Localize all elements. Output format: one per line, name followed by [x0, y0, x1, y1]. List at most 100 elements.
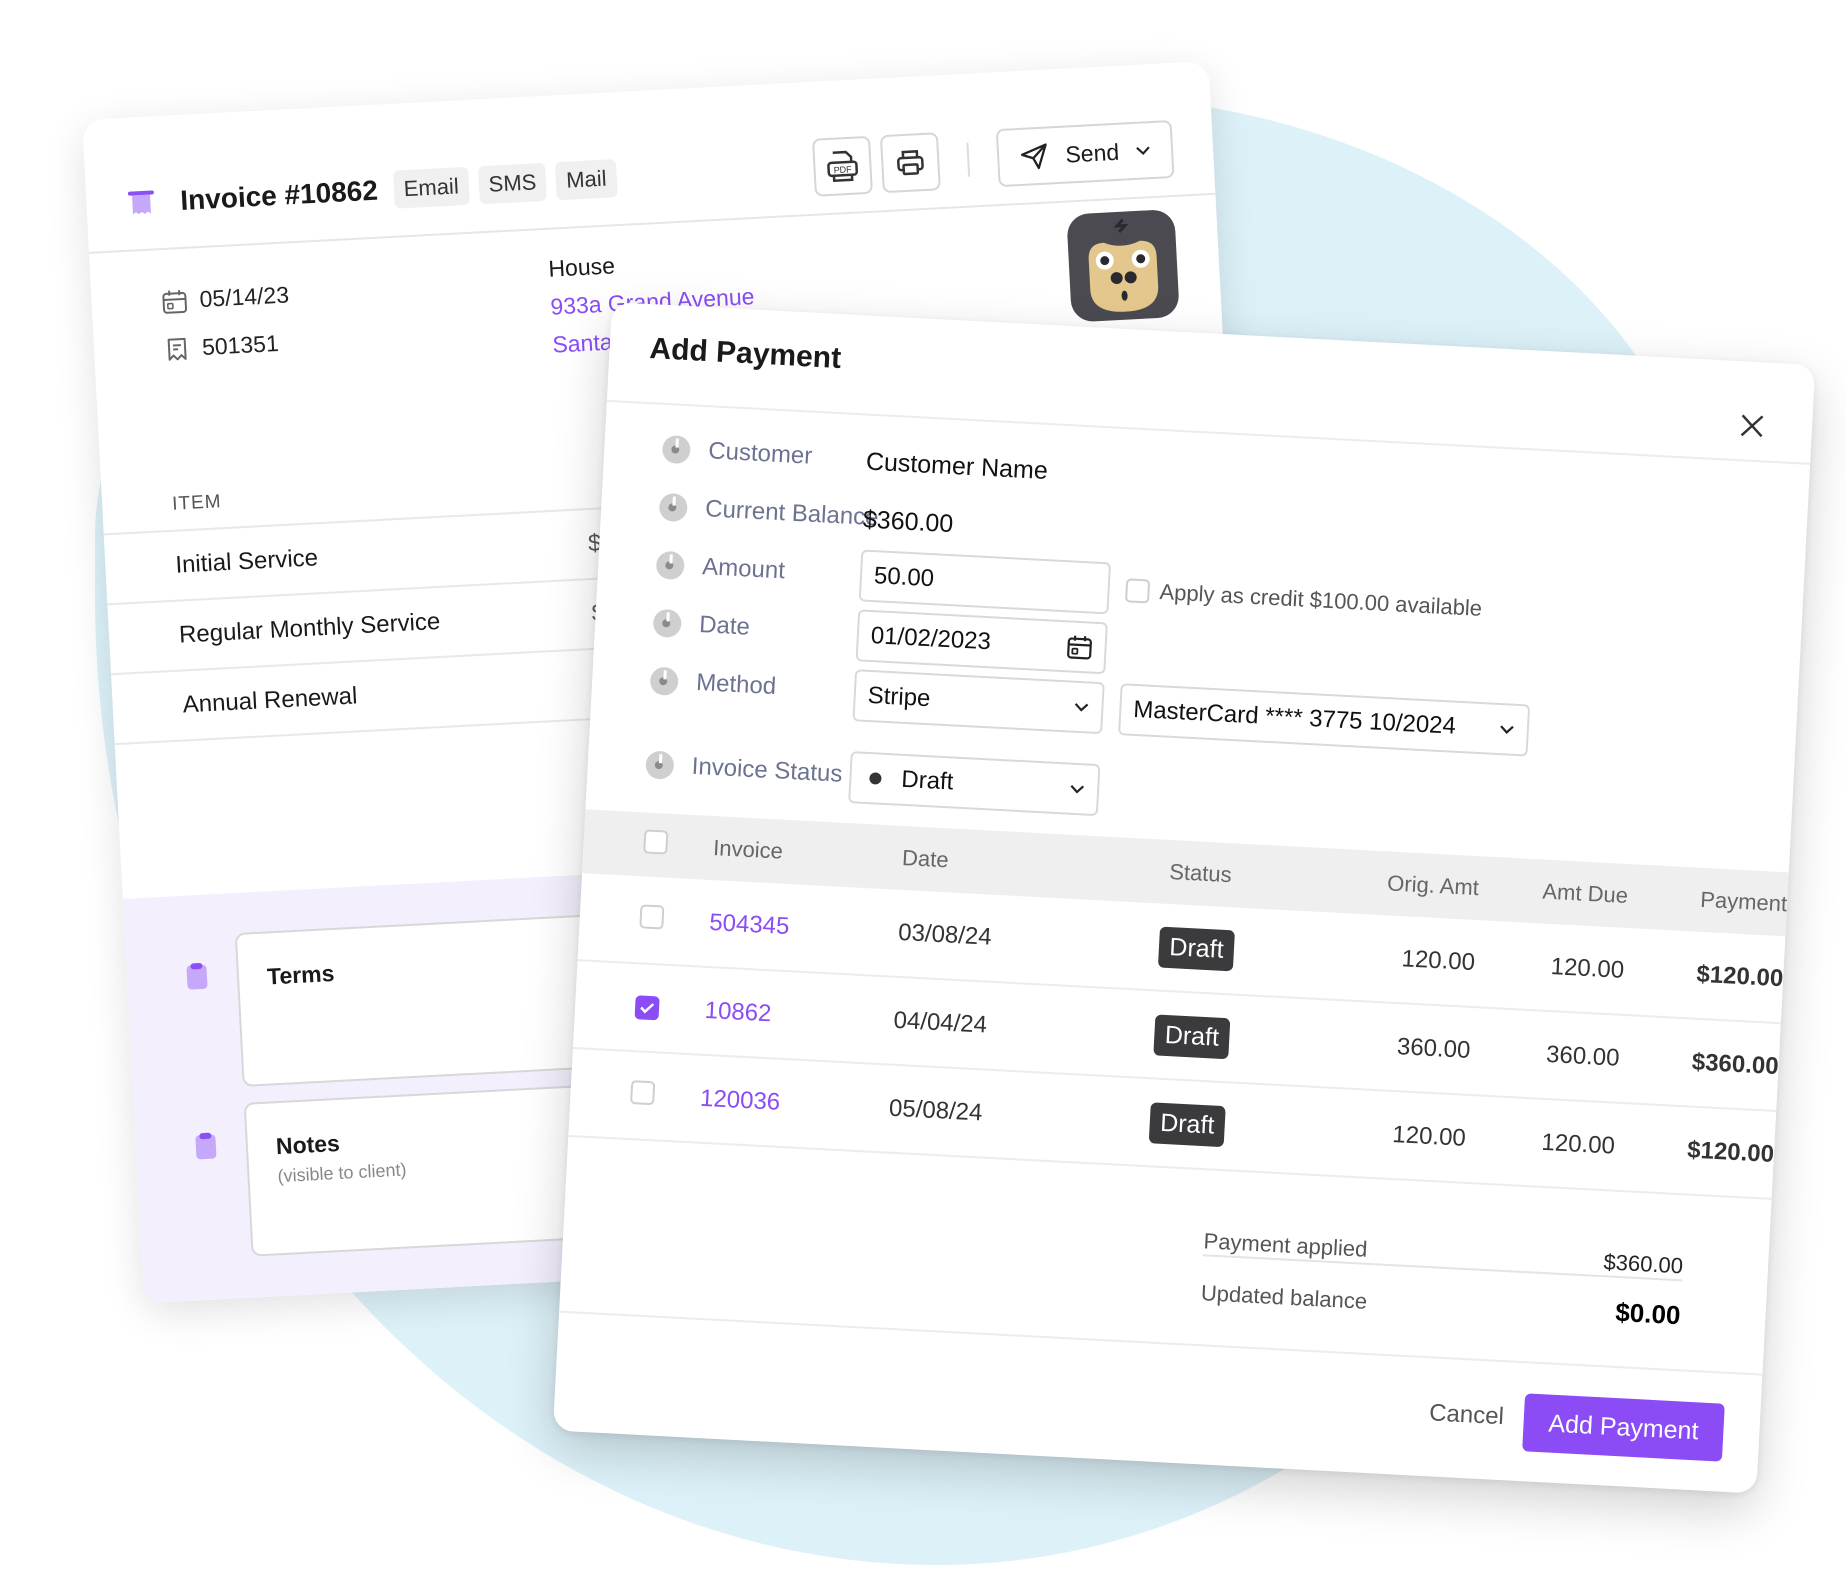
toolbar-divider [966, 142, 971, 177]
invoice-date-value: 05/14/23 [198, 281, 290, 313]
method-row: Method [649, 666, 777, 702]
date-input[interactable]: 01/02/2023 [855, 609, 1108, 675]
header-date: Date [901, 844, 950, 873]
status-dot-icon [869, 772, 882, 785]
invoice-date: 04/04/24 [892, 1006, 988, 1039]
channel-email[interactable]: Email [392, 166, 470, 209]
balance-row: Current Balance [658, 492, 880, 532]
chevron-down-icon [1500, 725, 1514, 734]
amount-due: 360.00 [1545, 1040, 1621, 1072]
balance-value: $360.00 [862, 505, 954, 539]
field-icon [655, 550, 686, 581]
add-payment-button[interactable]: Add Payment [1522, 1393, 1725, 1462]
invoice-link[interactable]: 120036 [699, 1085, 889, 1123]
amount-due: 120.00 [1550, 953, 1625, 984]
method-value: Stripe [867, 681, 932, 713]
status-select[interactable]: Draft [848, 751, 1101, 817]
updated-balance-value: $0.00 [1614, 1296, 1682, 1331]
status-label: Invoice Status [691, 752, 844, 788]
date-row: Date [652, 608, 751, 642]
payment-applied-value: $360.00 [1602, 1249, 1684, 1279]
apply-credit-label: Apply as credit $100.00 available [1158, 579, 1483, 621]
invoice-number: 501351 [163, 330, 279, 363]
print-button[interactable] [880, 132, 942, 194]
card-select[interactable]: MasterCard **** 3775 10/2024 [1118, 683, 1531, 757]
field-icon [649, 666, 679, 696]
invoice-date: 03/08/24 [897, 918, 993, 951]
balance-label: Current Balance [704, 495, 880, 532]
calendar-icon[interactable] [1066, 633, 1093, 660]
card-value: MasterCard **** 3775 10/2024 [1132, 695, 1457, 740]
field-icon [658, 492, 689, 523]
header-orig-amt: Orig. Amt [1386, 870, 1480, 901]
amount-label: Amount [701, 553, 786, 585]
amount-input[interactable]: 50.00 [858, 549, 1112, 615]
orig-amount: 360.00 [1396, 1033, 1472, 1064]
line-item-name: Initial Service [174, 544, 319, 579]
invoice-link[interactable]: 504345 [709, 909, 899, 947]
field-icon [661, 434, 692, 465]
chevron-down-icon [1070, 784, 1085, 794]
channel-sms[interactable]: SMS [477, 162, 548, 205]
cancel-button[interactable]: Cancel [1422, 1398, 1510, 1432]
header-invoice: Invoice [712, 835, 784, 864]
apply-credit[interactable]: Apply as credit $100.00 available [1124, 577, 1483, 622]
payment-form: Customer Customer Name Current Balance $… [585, 402, 1810, 875]
payment-summary: Payment applied $360.00 Updated balance … [1200, 1204, 1685, 1332]
customer-value: Customer Name [865, 447, 1049, 486]
payment-amount: $120.00 [1686, 1136, 1775, 1168]
status-badge: Draft [1153, 1013, 1231, 1059]
calendar-icon [162, 289, 188, 314]
select-all-checkbox[interactable] [643, 829, 669, 855]
invoice-number-value: 501351 [201, 330, 280, 361]
close-icon[interactable] [1737, 411, 1766, 440]
gorilla-avatar [1067, 210, 1179, 322]
pdf-icon: PDF [827, 150, 859, 183]
receipt-icon [127, 190, 154, 215]
amount-row: Amount [655, 550, 786, 586]
paper-plane-icon [1021, 143, 1048, 170]
date-value: 01/02/2023 [870, 622, 992, 656]
invoice-title: Invoice #10862 [179, 174, 379, 216]
chevron-down-icon [1136, 146, 1150, 156]
header-amt-due: Amt Due [1541, 878, 1629, 908]
invoice-date: 05/14/23 [161, 281, 290, 315]
customer-label: Customer [707, 437, 813, 470]
method-select[interactable]: Stripe [852, 669, 1105, 735]
status-row: Invoice Status [645, 750, 843, 788]
apply-credit-checkbox[interactable] [1124, 578, 1151, 604]
row-checkbox[interactable] [630, 1079, 656, 1105]
status-value: Draft [900, 765, 955, 796]
line-item-name: Annual Renewal [182, 682, 359, 719]
invoice-link[interactable]: 10862 [704, 997, 894, 1035]
receipt-outline-icon [167, 337, 187, 361]
updated-balance-label: Updated balance [1200, 1280, 1368, 1314]
modal-title: Add Payment [648, 332, 842, 376]
field-icon [645, 750, 675, 780]
orig-amount: 120.00 [1400, 945, 1476, 977]
customer-row: Customer [661, 434, 813, 471]
orig-amount: 120.00 [1391, 1121, 1467, 1152]
method-label: Method [695, 668, 777, 701]
invoice-date: 05/08/24 [888, 1094, 984, 1127]
pdf-button[interactable]: PDF [812, 135, 874, 197]
header-payment: Payment [1699, 886, 1788, 917]
channel-mail[interactable]: Mail [555, 159, 618, 201]
amount-due: 120.00 [1540, 1128, 1616, 1160]
add-payment-modal: Add Payment Customer Customer Name Curre… [552, 302, 1816, 1494]
invoice-table: Invoice Date Status Orig. Amt Amt Due Pa… [568, 809, 1789, 1200]
printer-icon [897, 150, 925, 176]
send-button[interactable]: Send [996, 119, 1175, 188]
payment-amount: $360.00 [1691, 1048, 1780, 1081]
field-icon [652, 608, 682, 639]
status-badge: Draft [1149, 1101, 1226, 1147]
date-label: Date [698, 611, 751, 641]
send-label: Send [1064, 138, 1120, 168]
row-checkbox[interactable] [639, 903, 665, 930]
line-item-name: Regular Monthly Service [178, 607, 441, 649]
header-status: Status [1168, 858, 1233, 888]
status-badge: Draft [1158, 926, 1235, 971]
row-checkbox-checked[interactable] [634, 995, 660, 1021]
chevron-down-icon [1074, 703, 1089, 712]
checkmark-icon [640, 1003, 655, 1014]
